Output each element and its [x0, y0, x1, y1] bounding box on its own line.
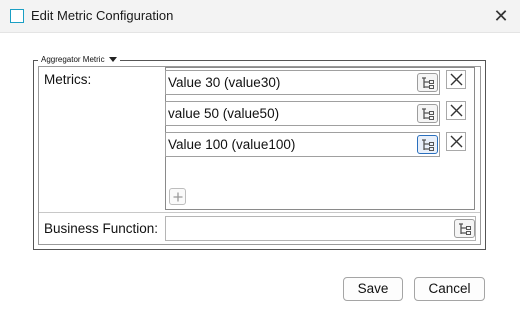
tree-picker-icon[interactable]	[417, 73, 438, 92]
metric-field[interactable]: Value 30 (value30)	[165, 70, 440, 95]
remove-metric-button[interactable]	[446, 70, 466, 89]
metric-field[interactable]: Value 100 (value100)	[165, 132, 440, 157]
remove-metric-button[interactable]	[446, 132, 466, 151]
tree-picker-icon[interactable]	[454, 219, 475, 238]
metric-field[interactable]: value 50 (value50)	[165, 101, 440, 126]
window-close-button[interactable]: ✕	[492, 6, 510, 26]
add-metric-button[interactable]	[169, 188, 186, 205]
remove-metric-button[interactable]	[446, 101, 466, 120]
plus-icon	[173, 192, 183, 202]
close-icon	[450, 104, 463, 117]
close-icon	[450, 135, 463, 148]
save-button[interactable]: Save	[343, 277, 403, 301]
metrics-label: Metrics:	[44, 72, 92, 87]
tree-picker-icon[interactable]	[417, 104, 438, 123]
title-bar: Edit Metric Configuration ✕	[0, 0, 520, 33]
chevron-down-icon[interactable]	[108, 56, 117, 62]
business-function-field[interactable]	[165, 216, 476, 241]
cancel-button[interactable]: Cancel	[414, 277, 485, 301]
tree-picker-icon[interactable]	[417, 135, 438, 154]
group-legend: Aggregator Metric	[38, 52, 120, 66]
row-divider	[39, 212, 480, 213]
group-legend-label: Aggregator Metric	[41, 54, 105, 64]
app-icon	[10, 9, 24, 23]
close-icon	[450, 73, 463, 86]
window-title: Edit Metric Configuration	[31, 8, 174, 23]
business-function-label: Business Function:	[44, 221, 159, 236]
